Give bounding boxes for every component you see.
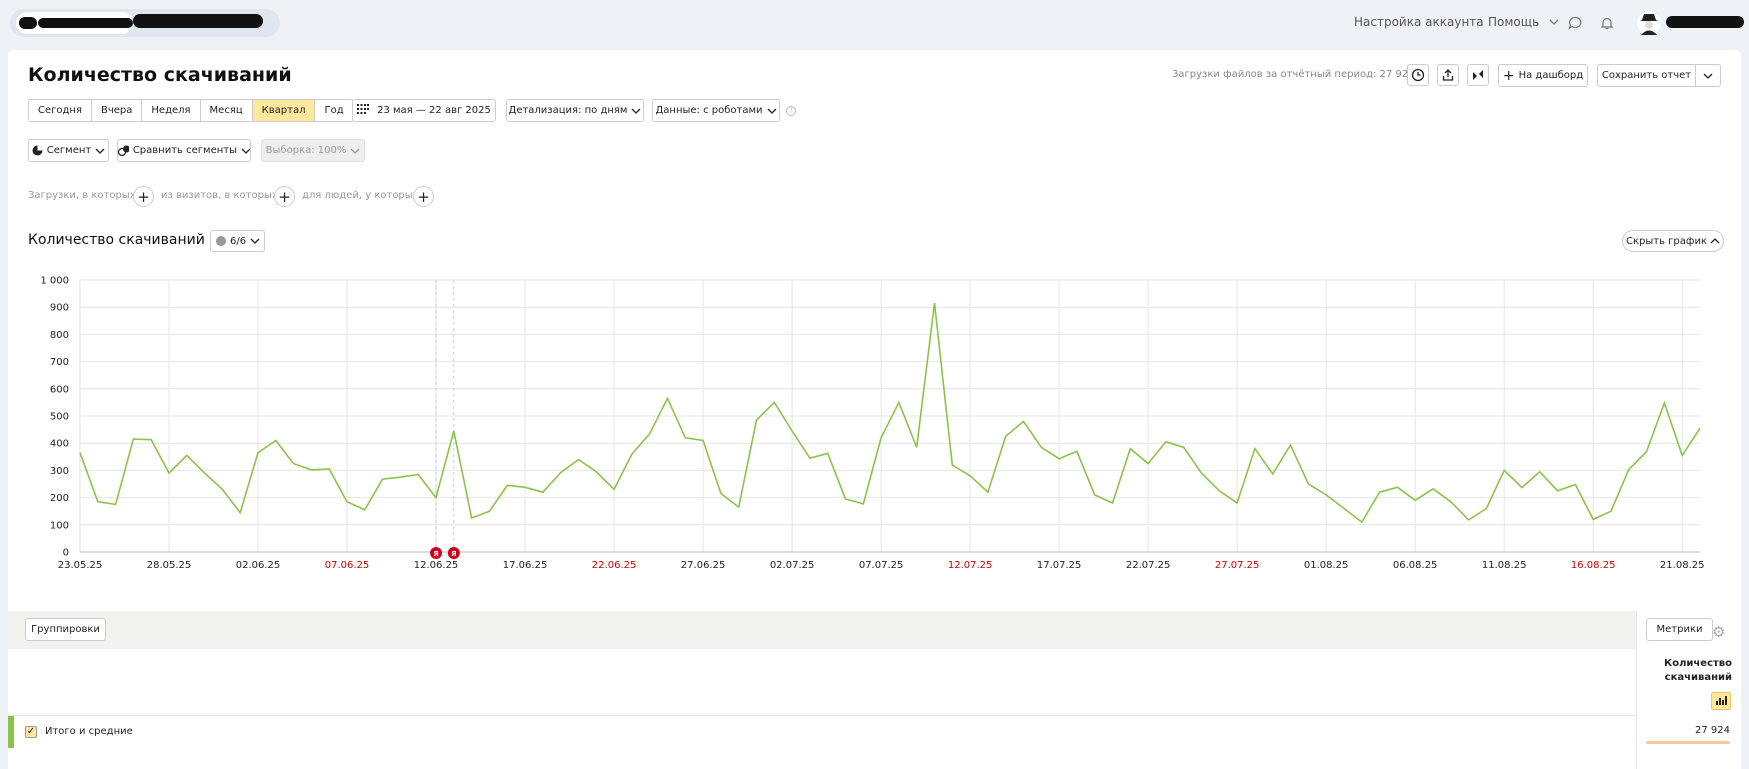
y-tick-label: 0 — [63, 548, 69, 559]
metric-header[interactable]: Количество скачиваний — [1655, 657, 1732, 685]
x-tick-label: 01.08.25 — [1304, 560, 1349, 571]
x-tick-label: 11.08.25 — [1482, 560, 1527, 571]
total-row-checkbox[interactable]: ✓ — [25, 726, 37, 738]
x-tick-label: 02.07.25 — [770, 560, 815, 571]
x-tick-label: 17.06.25 — [503, 560, 548, 571]
table-body — [8, 649, 1741, 769]
y-tick-label: 600 — [50, 384, 69, 395]
y-tick-label: 700 — [50, 357, 69, 368]
x-tick-label: 27.07.25 — [1215, 560, 1260, 571]
x-tick-label: 12.07.25 — [948, 560, 993, 571]
gear-icon[interactable]: ⚙ — [1712, 623, 1725, 641]
x-tick-label: 22.07.25 — [1126, 560, 1171, 571]
x-tick-label: 21.08.25 — [1660, 560, 1705, 571]
groupings-button[interactable]: Группировки — [25, 618, 106, 641]
x-tick-label: 17.07.25 — [1037, 560, 1082, 571]
y-tick-label: 800 — [50, 330, 69, 341]
x-tick-label: 23.05.25 — [58, 560, 103, 571]
y-tick-label: 200 — [50, 493, 69, 504]
y-tick-label: 300 — [50, 466, 69, 477]
x-tick-label: 02.06.25 — [236, 560, 281, 571]
y-tick-label: 500 — [50, 412, 69, 423]
metrics-button[interactable]: Метрики — [1646, 618, 1713, 641]
x-tick-label: 27.06.25 — [681, 560, 726, 571]
x-tick-label: 06.08.25 — [1393, 560, 1438, 571]
series-line — [79, 303, 1701, 524]
x-tick-label: 28.05.25 — [147, 560, 192, 571]
y-tick-label: 1 000 — [40, 276, 69, 287]
bar-chart-icon[interactable] — [1711, 692, 1731, 710]
row-divider — [8, 715, 1636, 716]
x-tick-label: 07.06.25 — [325, 560, 370, 571]
total-row-value: 27 924 — [1695, 725, 1730, 736]
y-tick-label: 400 — [50, 439, 69, 450]
x-tick-label: 22.06.25 — [592, 560, 637, 571]
table-toolbar — [8, 611, 1741, 649]
annotation-label: Я — [433, 550, 438, 558]
y-tick-label: 900 — [50, 303, 69, 314]
row-color-marker — [8, 716, 14, 748]
total-value-bar — [1646, 741, 1730, 744]
downloads-line-chart[interactable]: 0 100 200 300 400 500 600 700 800 900 1 000 23.05.2… — [0, 0, 1749, 600]
x-tick-label: 16.08.25 — [1571, 560, 1616, 571]
x-tick-label: 07.07.25 — [859, 560, 904, 571]
total-row-label: Итого и средние — [45, 726, 133, 737]
y-tick-label: 100 — [50, 520, 69, 531]
annotation-label: Я — [451, 550, 456, 558]
x-tick-label: 12.06.25 — [414, 560, 459, 571]
